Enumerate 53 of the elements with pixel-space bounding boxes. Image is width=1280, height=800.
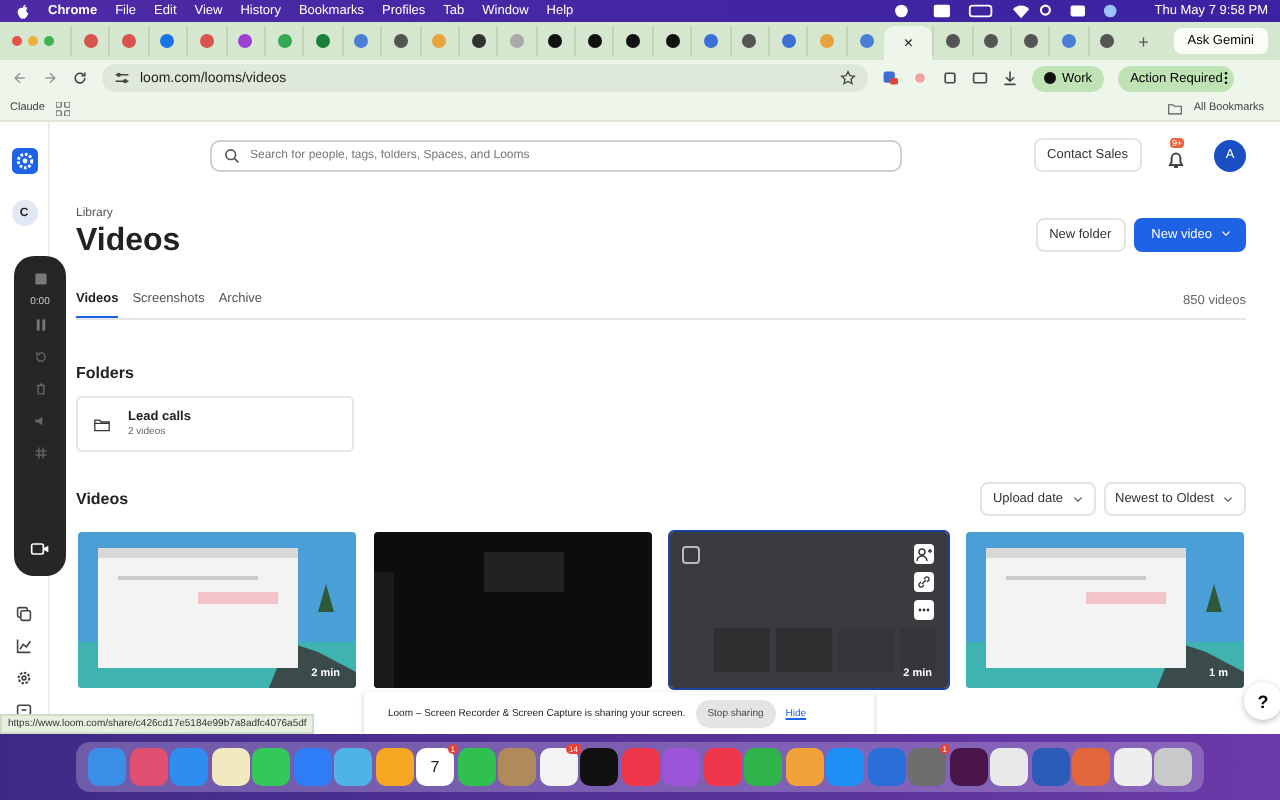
pause-icon[interactable] (33, 318, 47, 332)
folder-icon (94, 417, 110, 431)
app-icon[interactable] (252, 748, 290, 786)
chart-icon[interactable] (16, 638, 32, 654)
app-icon[interactable] (949, 748, 987, 786)
app-icon[interactable] (1113, 748, 1151, 786)
caret-icon (1220, 230, 1232, 238)
bell-icon[interactable] (1166, 149, 1186, 169)
folder-icon[interactable] (1167, 101, 1182, 115)
settings-icon[interactable] (16, 670, 32, 686)
app-icon[interactable] (211, 748, 249, 786)
reload-icon[interactable] (72, 70, 88, 86)
camera-icon[interactable] (30, 540, 50, 558)
back-icon[interactable] (12, 70, 28, 86)
card-icon[interactable] (16, 702, 32, 718)
page-title: Videos (76, 224, 181, 260)
app-icon[interactable] (457, 748, 495, 786)
star-icon[interactable] (840, 70, 856, 86)
app-icon[interactable] (785, 748, 823, 786)
caret-icon (1071, 495, 1083, 503)
select-checkbox[interactable] (682, 546, 700, 564)
copy-icon[interactable] (16, 606, 32, 622)
browser-tab[interactable]: × (884, 26, 933, 60)
stop-icon[interactable] (33, 272, 47, 286)
section-heading: Videos (76, 490, 129, 508)
tune-icon[interactable] (114, 70, 130, 86)
trash-icon[interactable] (33, 382, 47, 396)
more-icon[interactable] (1224, 70, 1229, 86)
link-icon[interactable] (914, 572, 934, 592)
more-icon[interactable] (914, 600, 934, 620)
add-person-icon[interactable] (914, 544, 934, 564)
app-icon[interactable] (375, 748, 413, 786)
app-icon[interactable] (1154, 748, 1192, 786)
extension-icon[interactable] (882, 70, 898, 86)
window-controls[interactable] (12, 36, 54, 46)
restart-icon[interactable] (33, 350, 47, 364)
search-icon (224, 147, 240, 163)
download-icon[interactable] (1002, 70, 1018, 86)
apple-icon[interactable] (16, 3, 30, 19)
caret-icon (1222, 495, 1234, 503)
app-icon[interactable] (334, 748, 372, 786)
app-icon[interactable] (990, 748, 1028, 786)
speaker-icon[interactable] (33, 414, 47, 428)
app-icon[interactable] (580, 748, 618, 786)
tab-search-icon[interactable] (972, 70, 988, 86)
forward-icon[interactable] (42, 70, 58, 86)
loom-logo-icon[interactable] (11, 148, 37, 174)
puzzle-icon[interactable] (942, 70, 958, 86)
section-heading: Folders (76, 364, 136, 382)
apps-icon[interactable] (56, 101, 71, 115)
grid-icon[interactable] (33, 446, 47, 460)
help-button[interactable]: ? (1244, 682, 1280, 720)
new-tab-button[interactable]: + (1138, 31, 1149, 51)
